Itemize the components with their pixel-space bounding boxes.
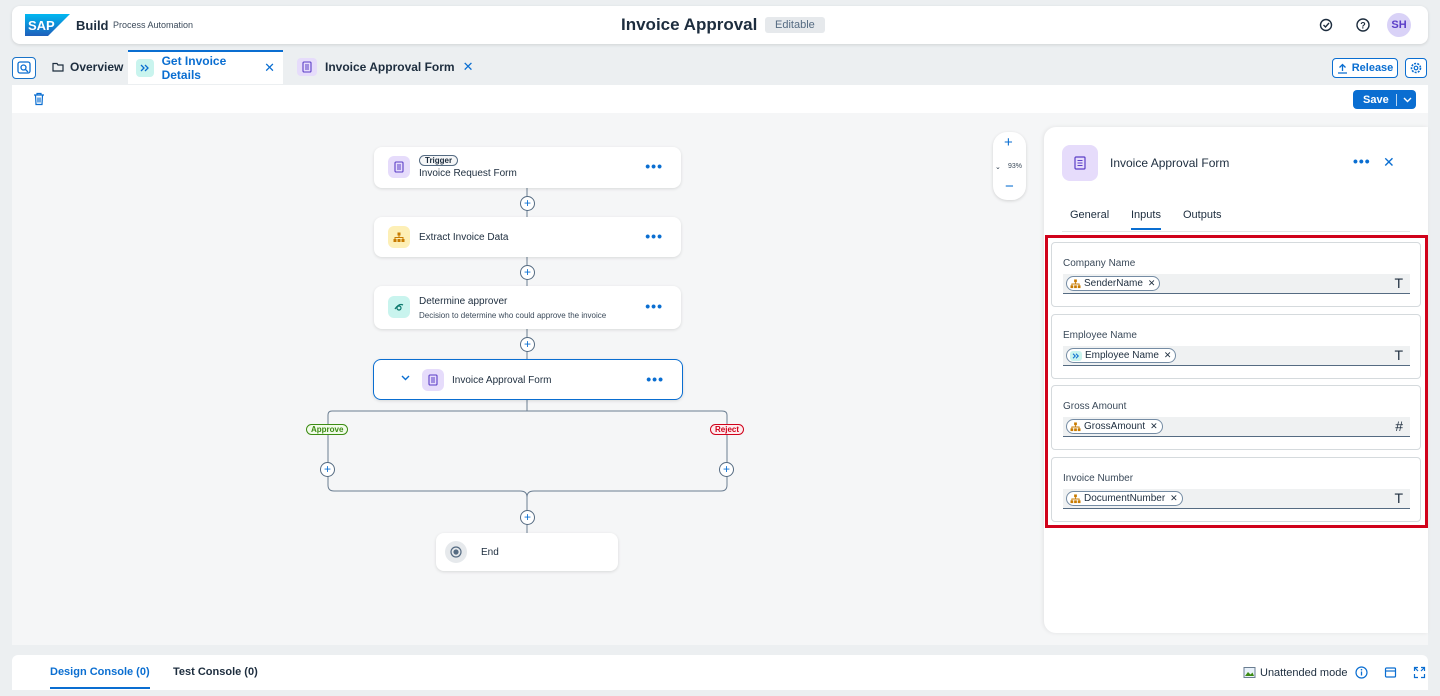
fullscreen-icon[interactable] (1413, 666, 1426, 679)
decision-icon (388, 296, 410, 318)
more-icon[interactable]: ••• (645, 228, 663, 244)
tab-invoice-approval-form-label: Invoice Approval Form (325, 60, 455, 74)
save-divider (1395, 93, 1397, 106)
tab-overview-label: Overview (70, 60, 124, 74)
add-step-button[interactable]: + (520, 265, 535, 280)
zoom-dropdown-icon[interactable]: ⌄ (995, 163, 1001, 171)
tab-design-console[interactable]: Design Console (0) (50, 666, 150, 689)
add-step-button[interactable]: + (520, 196, 535, 211)
tab-overview[interactable]: Overview (52, 50, 123, 84)
save-button[interactable]: Save (1353, 90, 1416, 109)
close-icon[interactable]: ✕ (264, 60, 275, 76)
chevron-down-icon[interactable] (1403, 97, 1412, 103)
tab-general[interactable]: General (1070, 209, 1109, 221)
more-icon[interactable]: ••• (645, 158, 663, 174)
upload-icon (1337, 63, 1347, 74)
panel-divider (1062, 231, 1410, 232)
sap-logo[interactable]: SAP (25, 14, 70, 36)
node-label: Determine approver (419, 296, 508, 307)
zoom-in-button[interactable]: + (1004, 134, 1013, 151)
zoom-out-button[interactable]: − (1005, 178, 1014, 195)
gear-icon (1410, 62, 1422, 74)
node-label: Extract Invoice Data (419, 232, 509, 243)
tab-invoice-approval-form[interactable]: Invoice Approval Form ✕ (297, 50, 474, 84)
hierarchy-icon (388, 226, 410, 248)
add-step-button[interactable]: + (719, 462, 734, 477)
sap-logo-text: SAP (28, 18, 55, 33)
node-label: Invoice Approval Form (452, 375, 552, 386)
reject-branch-label: Reject (710, 424, 745, 435)
tab-outputs[interactable]: Outputs (1183, 209, 1222, 221)
image-icon (1243, 667, 1256, 678)
status-badge: Editable (765, 17, 825, 33)
release-label: Release (1351, 62, 1394, 74)
more-icon[interactable]: ••• (645, 298, 663, 314)
assistant-icon[interactable] (1318, 17, 1334, 33)
console-bar: Design Console (0) Test Console (0) Unat… (12, 655, 1428, 690)
add-step-button[interactable]: + (520, 510, 535, 525)
add-step-button[interactable]: + (320, 462, 335, 477)
shell-bar: SAP Build Process Automation Invoice App… (12, 6, 1428, 44)
form-icon (297, 58, 317, 76)
mode-label: Unattended mode (1260, 666, 1348, 679)
form-icon (422, 369, 444, 391)
editor-toolbar: Save (12, 85, 1428, 113)
search-process-button[interactable] (12, 57, 36, 79)
node-description: Decision to determine who could approve … (419, 311, 607, 320)
zoom-control: + ⌄ 93% − (993, 132, 1026, 200)
close-icon[interactable]: ✕ (1383, 154, 1395, 171)
search-icon (17, 61, 31, 74)
page-title: Invoice Approval (621, 15, 758, 34)
node-label: Invoice Request Form (419, 168, 517, 179)
close-icon[interactable]: ✕ (463, 59, 474, 75)
chevron-down-icon[interactable] (401, 375, 410, 381)
tab-get-invoice-details[interactable]: Get Invoice Details ✕ (128, 50, 283, 84)
node-extract-invoice-data[interactable]: Extract Invoice Data ••• (374, 217, 681, 257)
node-invoice-approval-form[interactable]: Invoice Approval Form ••• (373, 359, 683, 400)
tab-bar: Overview Get Invoice Details ✕ Invoice A… (0, 50, 1440, 84)
form-icon (1062, 145, 1098, 181)
settings-button[interactable] (1405, 58, 1427, 78)
node-invoice-request-form[interactable]: Trigger Invoice Request Form ••• (374, 147, 681, 188)
unattended-mode: Unattended mode (1243, 666, 1426, 679)
svg-text:?: ? (1360, 21, 1366, 31)
help-icon[interactable]: ? (1355, 17, 1371, 33)
delete-icon[interactable] (32, 92, 46, 106)
avatar[interactable]: SH (1387, 13, 1411, 37)
node-label: End (481, 547, 499, 558)
form-icon (388, 156, 410, 178)
tab-test-console[interactable]: Test Console (0) (173, 666, 258, 678)
highlight-box (1045, 235, 1428, 528)
chevrons-icon (136, 59, 154, 77)
approve-branch-label: Approve (306, 424, 349, 435)
trigger-chip: Trigger (419, 155, 459, 166)
tab-inputs[interactable]: Inputs (1131, 209, 1161, 230)
panel-title: Invoice Approval Form (1110, 156, 1230, 170)
product-subtitle: Process Automation (113, 20, 194, 30)
save-label: Save (1363, 93, 1389, 106)
more-icon[interactable]: ••• (1353, 153, 1371, 169)
release-button[interactable]: Release (1332, 58, 1398, 78)
product-name: Build (76, 18, 109, 33)
panel-icon[interactable] (1384, 666, 1397, 679)
add-step-button[interactable]: + (520, 337, 535, 352)
info-icon[interactable] (1355, 666, 1369, 679)
zoom-level: 93% (1008, 163, 1023, 170)
folder-icon (52, 62, 64, 72)
node-determine-approver[interactable]: Determine approver Decision to determine… (374, 286, 681, 329)
tab-get-invoice-details-label: Get Invoice Details (161, 54, 227, 82)
stop-icon (445, 541, 467, 563)
more-icon[interactable]: ••• (646, 371, 664, 387)
node-end[interactable]: End (436, 533, 618, 571)
